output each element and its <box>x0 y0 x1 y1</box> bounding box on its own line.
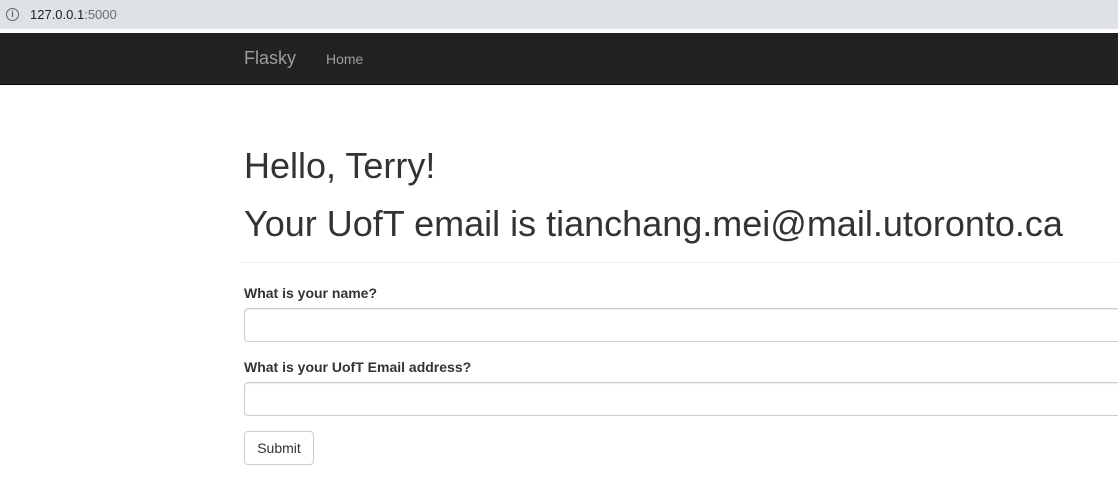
email-message-heading: Your UofT email is tianchang.mei@mail.ut… <box>244 203 1063 244</box>
email-input[interactable] <box>244 382 1118 416</box>
url-port: :5000 <box>84 7 117 22</box>
greeting-heading: Hello, Terry! <box>244 145 436 186</box>
nav-home-link[interactable]: Home <box>326 51 363 67</box>
navbar-brand-link[interactable]: Flasky <box>244 48 296 69</box>
name-field-label: What is your name? <box>244 285 378 301</box>
url-text[interactable]: 127.0.0.1:5000 <box>30 7 117 22</box>
page-header-divider <box>241 262 1118 263</box>
browser-address-bar[interactable]: i 127.0.0.1:5000 <box>0 0 1118 29</box>
email-field-label: What is your UofT Email address? <box>244 359 472 375</box>
navbar: Flasky Home <box>0 33 1118 85</box>
name-input[interactable] <box>244 308 1118 342</box>
url-host: 127.0.0.1 <box>30 7 85 22</box>
submit-button[interactable]: Submit <box>244 431 314 465</box>
info-icon[interactable]: i <box>6 8 19 21</box>
